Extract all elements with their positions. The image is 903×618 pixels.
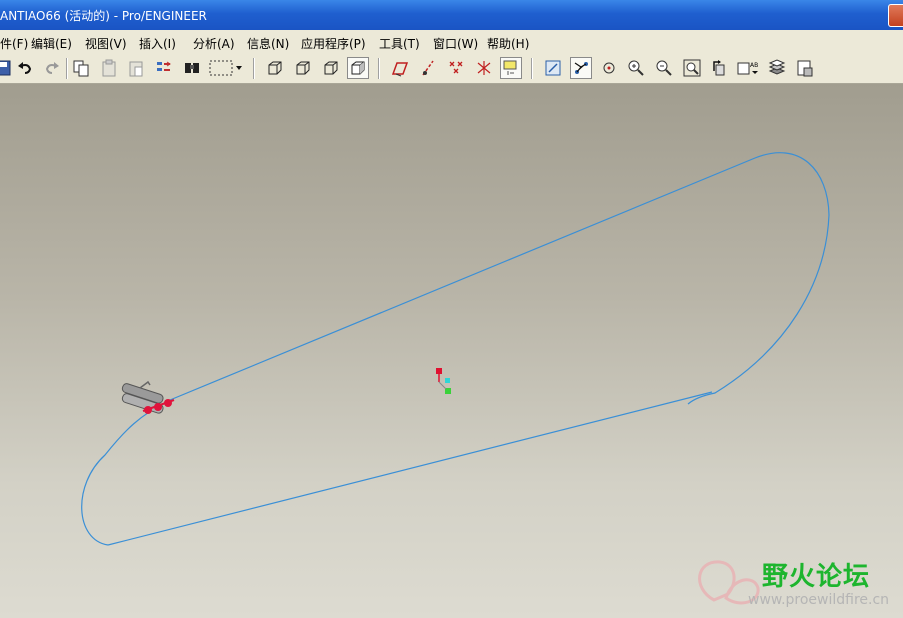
menu-tools[interactable]: 工具(T) (379, 35, 420, 52)
spin-center-icon[interactable] (570, 57, 592, 79)
watermark-url: www.proewildfire.cn (748, 592, 890, 608)
datum-point-icon[interactable] (445, 57, 467, 79)
hidden-line-icon[interactable] (292, 57, 314, 79)
menu-help[interactable]: 帮助(H) (487, 35, 529, 52)
no-hidden-icon[interactable] (320, 57, 342, 79)
saved-views-icon[interactable]: AB (736, 57, 762, 79)
zoom-in-icon[interactable] (625, 57, 647, 79)
save-icon[interactable] (0, 57, 14, 79)
redo-icon[interactable] (41, 57, 63, 79)
title-bar: ANTIAO66 (活动的) - Pro/ENGINEER (0, 0, 903, 30)
toolbar-separator (66, 58, 68, 79)
datum-axis-icon[interactable] (417, 57, 439, 79)
regenerate-icon[interactable] (153, 57, 175, 79)
zoom-out-icon[interactable] (653, 57, 675, 79)
zoom-fit-icon[interactable] (681, 57, 703, 79)
default-coordinate-system-icon[interactable] (436, 368, 451, 394)
datum-plane-icon[interactable] (389, 57, 411, 79)
toolbar-separator (253, 58, 255, 79)
close-button[interactable] (888, 4, 903, 27)
shading-icon[interactable] (347, 57, 369, 79)
select-box-icon[interactable] (208, 57, 244, 79)
layers-icon[interactable] (766, 57, 788, 79)
graphics-viewport[interactable] (0, 84, 903, 618)
main-toolbar: AB (0, 54, 903, 84)
svg-text:AB: AB (750, 62, 758, 69)
copy-icon[interactable] (70, 57, 92, 79)
toolbar-separator (378, 58, 380, 79)
find-icon[interactable] (181, 57, 203, 79)
reorient-icon[interactable] (708, 57, 730, 79)
sweep-section-part[interactable] (121, 380, 175, 414)
paste-special-icon[interactable] (125, 57, 147, 79)
menu-file[interactable]: 件(F) (0, 35, 28, 52)
menu-view[interactable]: 视图(V) (85, 35, 127, 52)
window-title: ANTIAO66 (活动的) - Pro/ENGINEER (0, 9, 207, 23)
menu-applications[interactable]: 应用程序(P) (301, 35, 366, 52)
menu-insert[interactable]: 插入(I) (139, 35, 176, 52)
orient-mode-icon[interactable] (598, 57, 620, 79)
menu-bar: 件(F) 编辑(E) 视图(V) 插入(I) 分析(A) 信息(N) 应用程序(… (0, 30, 903, 55)
wireframe-icon[interactable] (264, 57, 286, 79)
undo-icon[interactable] (14, 57, 36, 79)
model-canvas[interactable] (0, 84, 903, 618)
annotation-icon[interactable] (500, 57, 522, 79)
toolbar-separator (531, 58, 533, 79)
model-tree-icon[interactable] (794, 57, 816, 79)
menu-analysis[interactable]: 分析(A) (193, 35, 235, 52)
coordinate-system-icon[interactable] (472, 57, 494, 79)
menu-edit[interactable]: 编辑(E) (31, 35, 72, 52)
menu-window[interactable]: 窗口(W) (433, 35, 478, 52)
paste-icon[interactable] (98, 57, 120, 79)
refit-icon[interactable] (542, 57, 564, 79)
menu-info[interactable]: 信息(N) (247, 35, 289, 52)
sweep-trajectory-return (107, 391, 713, 546)
watermark-title: 野火论坛 (762, 562, 871, 592)
sweep-trajectory-curve[interactable] (81, 152, 830, 546)
